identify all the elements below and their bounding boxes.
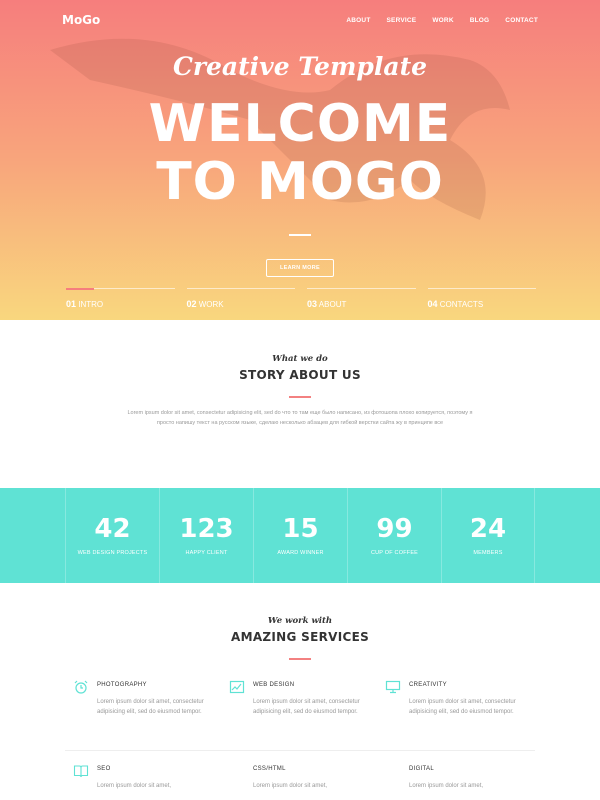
logo[interactable]: MoGo [62,13,100,27]
slide-title: ABOUT [318,300,347,309]
stat-number: 99 [376,514,413,544]
slide-progress [186,288,295,289]
slide-label: 04 CONTACTS [428,299,537,309]
nav-contact-link[interactable]: CONTACT [505,17,538,24]
slide-tab-contacts[interactable]: 04 CONTACTS [427,288,537,309]
slide-progress-fill [66,287,94,290]
slide-number: 03 [307,299,318,309]
section-divider [289,396,311,398]
slide-progress [66,287,175,290]
stat-caption: HAPPY CLIENT [185,550,228,556]
slide-title: WORK [198,300,224,309]
headline-line-1: WELCOME [148,94,452,154]
section-divider [289,658,311,660]
stat-caption: WEB DESIGN PROJECTS [77,550,148,556]
hero-section: MoGo ABOUT SERVICE WORK BLOG CONTACT Cre… [0,0,600,320]
stat-caption: MEMBERS [473,550,503,556]
stat-number: 15 [282,514,319,544]
service-title: CSS/HTML [253,765,286,772]
about-section: What we do STORY ABOUT US Lorem ipsum do… [0,320,600,488]
stat-item: 42 WEB DESIGN PROJECTS [65,488,159,583]
slide-number: 04 [427,299,438,309]
hero-headline: WELCOME TO MOGO [0,95,600,211]
stat-item: 24 MEMBERS [441,488,535,583]
service-desc: Lorem ipsum dolor sit amet, [97,782,172,789]
service-desc: Lorem ipsum dolor sit amet, consectetur … [409,698,516,715]
nav-work-link[interactable]: WORK [432,17,453,24]
slide-label: 02 WORK [187,299,296,309]
slide-number: 01 [66,299,77,309]
slide-progress [427,288,536,289]
services-title: AMAZING SERVICES [230,630,370,644]
service-title: SEO [97,765,111,772]
services-script-title: We work with [267,616,333,626]
stat-number: 123 [179,514,234,544]
service-desc: Lorem ipsum dolor sit amet, [409,782,484,789]
service-title: CREATIVITY [409,681,447,688]
about-title: STORY ABOUT US [239,368,361,382]
nav-service-link[interactable]: SERVICE [387,17,417,24]
hero-divider [289,234,311,236]
slide-title: INTRO [78,300,104,309]
service-title: DIGITAL [409,765,434,772]
book-icon [73,764,89,777]
stat-item: 123 HAPPY CLIENT [159,488,253,583]
service-title: WEB DESIGN [253,681,295,688]
services-section: We work with AMAZING SERVICES PHOTOGRAPH… [0,583,600,800]
headline-line-2: TO MOGO [156,152,444,212]
learn-more-button[interactable]: LEARN MORE [266,259,334,277]
service-desc: Lorem ipsum dolor sit amet, consectetur … [97,698,204,715]
hero-subtitle: Creative Template [172,52,428,81]
slide-tab-work[interactable]: 02 WORK [186,288,296,309]
slide-tab-intro[interactable]: 01 INTRO [66,287,175,309]
stats-section: 42 WEB DESIGN PROJECTS 123 HAPPY CLIENT 15… [0,488,600,583]
stat-item: 15 AWARD WINNER [253,488,347,583]
alarm-clock-icon [74,680,88,694]
stat-number: 24 [469,514,507,544]
stat-item: 99 CUP OF COFFEE [347,488,441,583]
stat-number: 42 [94,514,131,544]
nav-about-link[interactable]: ABOUT [346,17,370,24]
slide-progress [307,288,416,289]
nav-blog-link[interactable]: BLOG [470,17,490,24]
nav-menu: ABOUT SERVICE WORK BLOG CONTACT [346,17,538,24]
slide-label: 03 ABOUT [307,299,416,309]
slide-nav: 01 INTRO 02 WORK 03 ABOUT 04 CONTACTS [66,287,537,309]
stat-caption: CUP OF COFFEE [370,550,419,556]
service-title: PHOTOGRAPHY [97,681,147,688]
stat-caption: AWARD WINNER [277,550,324,556]
service-desc: Lorem ipsum dolor sit amet, [253,782,328,789]
monitor-icon [385,680,401,693]
slide-title: CONTACTS [439,300,484,309]
chart-icon [229,680,245,693]
about-script-title: What we do [272,354,328,364]
slide-tab-about[interactable]: 03 ABOUT [307,288,416,309]
services-row-divider [65,749,535,751]
service-desc: Lorem ipsum dolor sit amet, consectetur … [253,698,360,715]
slide-label: 01 INTRO [66,299,175,309]
top-nav: MoGo ABOUT SERVICE WORK BLOG CONTACT [0,0,600,40]
about-text: Lorem ipsum dolor sit amet, consectetur … [127,409,473,426]
slide-number: 02 [186,299,197,309]
